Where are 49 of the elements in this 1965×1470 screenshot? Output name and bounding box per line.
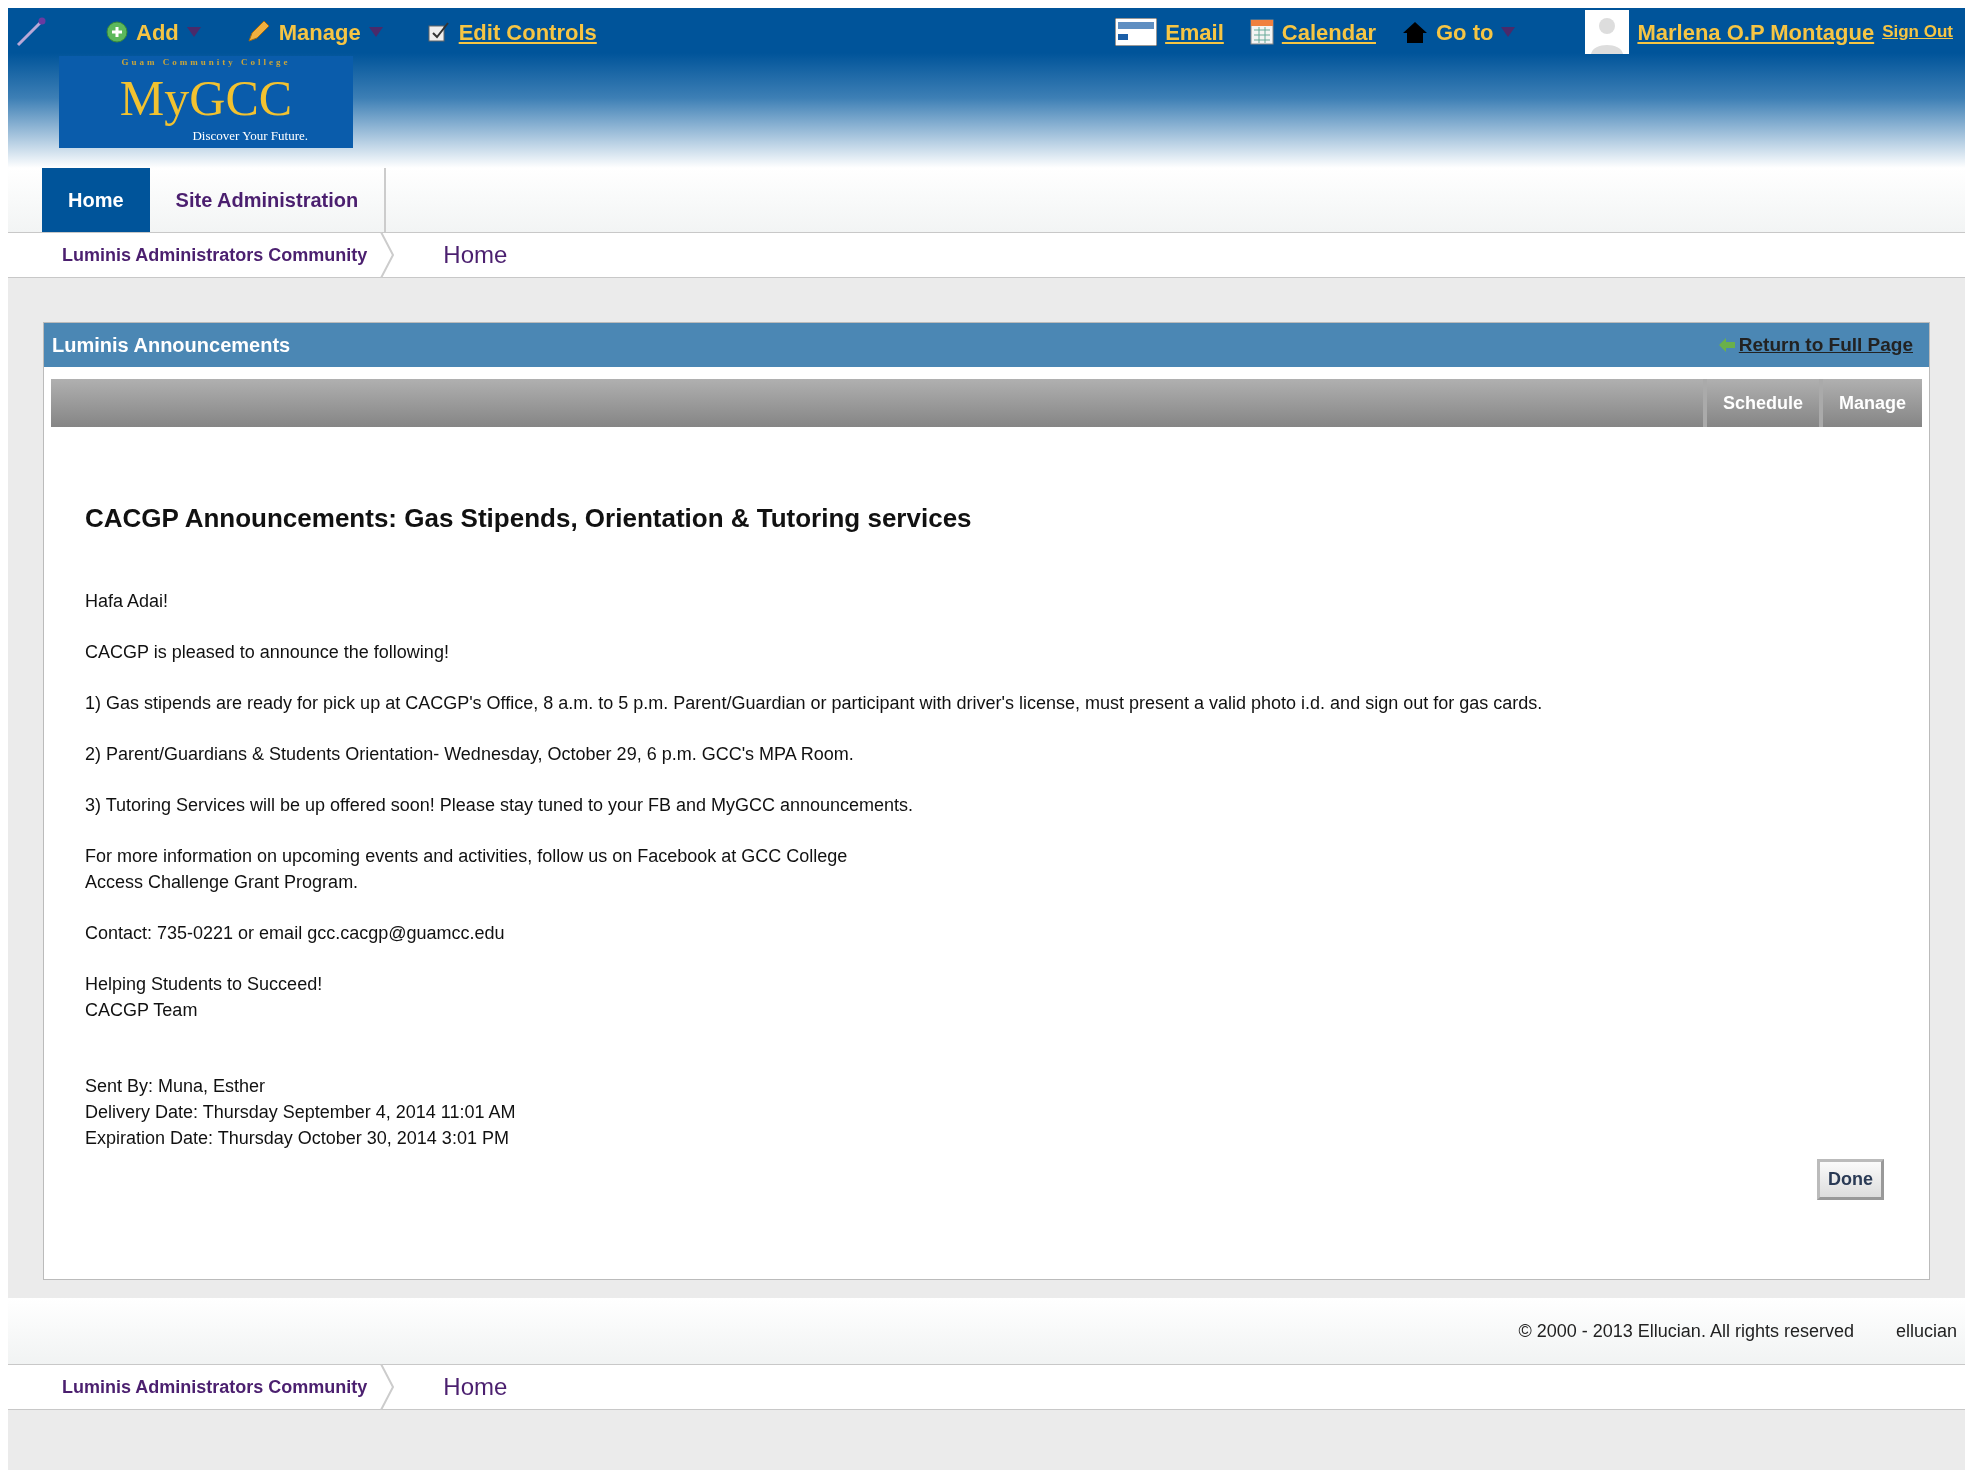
breadcrumb-current: Home [443, 240, 508, 270]
breadcrumb-current: Home [443, 1372, 508, 1402]
done-button[interactable]: Done [1817, 1159, 1884, 1200]
checkbox-icon [426, 20, 451, 44]
announcement-text: 2) Parent/Guardians & Students Orientation- Wednesday, October 29, 6 p.m. GCC's MPA Room. [85, 743, 855, 766]
toolbar-link[interactable]: Edit Controls [458, 15, 597, 49]
breadcrumb-link[interactable]: Luminis Administrators Community [8, 241, 380, 269]
toolbar-link[interactable]: Add [136, 15, 179, 49]
arrow-left-icon [1718, 338, 1735, 352]
announcement-text: For more information on upcoming events and activities, follow us on Facebook at GCC College [85, 845, 849, 868]
announcement-meta: Sent By: Muna, Esther [85, 1075, 267, 1098]
footer-logo: ellucian [1895, 1319, 1957, 1343]
return-link[interactable]: Return to Full Page [1738, 330, 1913, 360]
announcement-text: Contact: 735-0221 or email gcc.cacgp@guamcc.edu [85, 922, 506, 945]
logo[interactable]: Guam Community College MyGCC Discover Your Future. [59, 56, 353, 148]
announcement-text: 1) Gas stipends are ready for pick up at CACGP's Office, 8 a.m. to 5 p.m. Parent/Guardian or participant with driver's license, must present a valid photo i.d. and sign out for gas cards. [85, 692, 1544, 715]
caret-icon [186, 27, 201, 37]
logo-subtitle: Guam Community College [121, 56, 291, 68]
wand-icon[interactable] [16, 17, 48, 47]
toolbar-link[interactable]: Manage [278, 15, 361, 49]
copyright-text: © 2000 - 2013 Ellucian. All rights reserved [1518, 1319, 1854, 1343]
toolbar-link[interactable]: Calendar [1281, 15, 1376, 49]
user-name-link[interactable]: Marlena O.P Montague [1637, 15, 1875, 49]
announcement-text: Access Challenge Grant Program. [85, 871, 360, 894]
nav-tab[interactable]: Home [42, 168, 150, 232]
logo-tagline: Discover Your Future. [192, 128, 308, 144]
caret-icon [368, 27, 383, 37]
avatar-icon [1585, 10, 1630, 54]
calendar-icon [1249, 19, 1274, 45]
plus-circle-icon [106, 21, 128, 43]
portlet-action-button[interactable]: Schedule [1702, 379, 1819, 427]
announcement-text: CACGP Team [85, 999, 199, 1022]
announcement-heading: CACGP Announcements: Gas Stipends, Orientation & Tutoring services [85, 502, 973, 535]
announcement-text: CACGP is pleased to announce the following! [85, 641, 450, 664]
announcement-meta: Expiration Date: Thursday October 30, 2014 3:01 PM [85, 1127, 510, 1150]
announcement-text: Helping Students to Succeed! [85, 973, 324, 996]
mail-icon [1115, 18, 1158, 46]
logo-title: MyGCC [119, 69, 293, 128]
home-icon [1402, 20, 1428, 44]
portlet-action-button[interactable]: Manage [1818, 379, 1922, 427]
sign-out-link[interactable]: Sign Out [1882, 19, 1957, 45]
announcement-text: Hafa Adai! [85, 590, 170, 613]
portlet-title: Luminis Announcements [52, 333, 291, 358]
toolbar-link[interactable]: Email [1165, 15, 1224, 49]
announcement-text: 3) Tutoring Services will be up offered soon! Please stay tuned to your FB and MyGCC announcements. [85, 794, 915, 817]
announcement-meta: Delivery Date: Thursday September 4, 2014 11:01 AM [85, 1101, 517, 1124]
caret-icon [1501, 27, 1516, 37]
toolbar-link[interactable]: Go to [1436, 15, 1494, 49]
breadcrumb-link[interactable]: Luminis Administrators Community [8, 1373, 380, 1401]
